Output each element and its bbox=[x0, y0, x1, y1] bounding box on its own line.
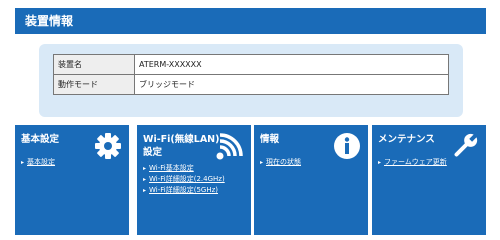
table-row: 装置名 ATERM-XXXXXX bbox=[53, 54, 449, 75]
link-wifi-detail-24ghz[interactable]: Wi-Fi詳細設定(2.4GHz) bbox=[143, 174, 225, 185]
card-title: Wi-Fi(無線LAN)設定 bbox=[143, 134, 220, 158]
card-wifi-settings: Wi-Fi(無線LAN)設定 Wi-Fi基本設定 Wi-Fi詳細設定(2.4GH… bbox=[137, 125, 251, 235]
link-wifi-detail-5ghz[interactable]: Wi-Fi詳細設定(5GHz) bbox=[143, 185, 225, 196]
page-header: 装置情報 bbox=[15, 8, 486, 34]
link-basic-settings[interactable]: 基本設定 bbox=[21, 157, 55, 168]
card-title: 情報 bbox=[260, 134, 280, 145]
link-current-status[interactable]: 現在の状態 bbox=[260, 157, 301, 168]
operation-mode-label: 動作モード bbox=[53, 74, 135, 95]
link-list: ファームウェア更新 bbox=[378, 157, 447, 168]
table-row: 動作モード ブリッジモード bbox=[53, 74, 449, 95]
card-maintenance: メンテナンス ファームウェア更新 bbox=[372, 125, 486, 235]
device-info-panel: 装置名 ATERM-XXXXXX 動作モード ブリッジモード bbox=[39, 44, 463, 117]
link-list: 現在の状態 bbox=[260, 157, 301, 168]
device-name-value: ATERM-XXXXXX bbox=[134, 54, 449, 75]
device-info-table: 装置名 ATERM-XXXXXX 動作モード ブリッジモード bbox=[53, 54, 449, 95]
link-firmware-update[interactable]: ファームウェア更新 bbox=[378, 157, 447, 168]
card-title: 基本設定 bbox=[21, 134, 60, 145]
link-list: Wi-Fi基本設定 Wi-Fi詳細設定(2.4GHz) Wi-Fi詳細設定(5G… bbox=[143, 163, 225, 196]
operation-mode-value: ブリッジモード bbox=[134, 74, 449, 95]
card-basic-settings: 基本設定 基本設定 bbox=[15, 125, 129, 235]
link-list: 基本設定 bbox=[21, 157, 55, 168]
card-title: メンテナンス bbox=[378, 134, 435, 145]
card-info: 情報 現在の状態 bbox=[254, 125, 368, 235]
device-name-label: 装置名 bbox=[53, 54, 135, 75]
link-wifi-basic[interactable]: Wi-Fi基本設定 bbox=[143, 163, 225, 174]
page-title: 装置情報 bbox=[25, 14, 74, 28]
